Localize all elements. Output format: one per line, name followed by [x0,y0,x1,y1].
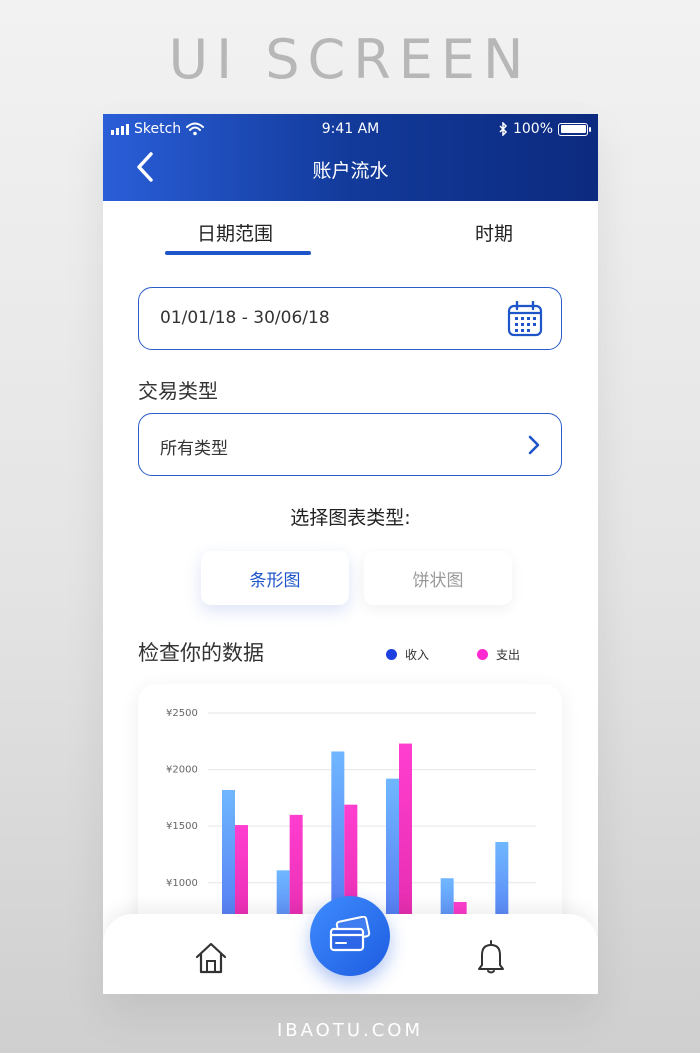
page-header-title: UI SCREEN [168,28,532,91]
battery-icon [558,122,591,136]
top-bar: Sketch 9:41 AM 100% 账户流水 [103,114,598,201]
legend-expense-label: 支出 [496,648,521,662]
bar-chart-button[interactable]: 条形图 [201,551,349,605]
y-tick-label: ¥2000 [166,765,198,776]
legend-expense-dot [477,649,488,660]
y-tick-label: ¥1500 [166,821,198,832]
battery-percent: 100% [512,121,553,137]
legend-income-dot [386,649,397,660]
transaction-type-select[interactable]: 所有类型 [138,413,562,476]
legend-income: 收入 [386,646,429,663]
cards-icon [329,916,371,952]
calendar-icon[interactable] [507,301,543,337]
chevron-right-icon [528,435,540,455]
bluetooth-icon [499,122,508,136]
nav-title: 账户流水 [312,160,389,182]
bell-icon[interactable] [476,939,506,975]
home-icon[interactable] [194,941,228,975]
legend-income-label: 收入 [405,648,430,662]
phone-screen: Sketch 9:41 AM 100% 账户流水 日期范围 时期 01/01/1… [103,114,598,994]
y-tick-label: ¥2500 [166,708,198,719]
tab-date-range[interactable]: 日期范围 [197,219,273,246]
transaction-type-label: 交易类型 [138,379,218,403]
status-right: 100% [499,121,591,137]
tab-period[interactable]: 时期 [475,219,513,246]
footer-brand: IBAOTU.COM [277,1020,423,1041]
status-bar: Sketch 9:41 AM 100% [103,121,598,141]
date-range-value: 01/01/18 - 30/06/18 [160,308,330,328]
transaction-type-value: 所有类型 [160,439,228,459]
chart-type-label: 选择图表类型: [290,507,411,529]
data-section-title: 检查你的数据 [138,641,264,665]
cards-fab-button[interactable] [310,896,390,976]
tab-active-indicator [165,251,311,255]
date-range-field[interactable]: 01/01/18 - 30/06/18 [138,287,562,350]
legend-expense: 支出 [477,646,520,663]
y-tick-label: ¥1000 [166,878,198,889]
pie-chart-button[interactable]: 饼状图 [364,551,512,605]
